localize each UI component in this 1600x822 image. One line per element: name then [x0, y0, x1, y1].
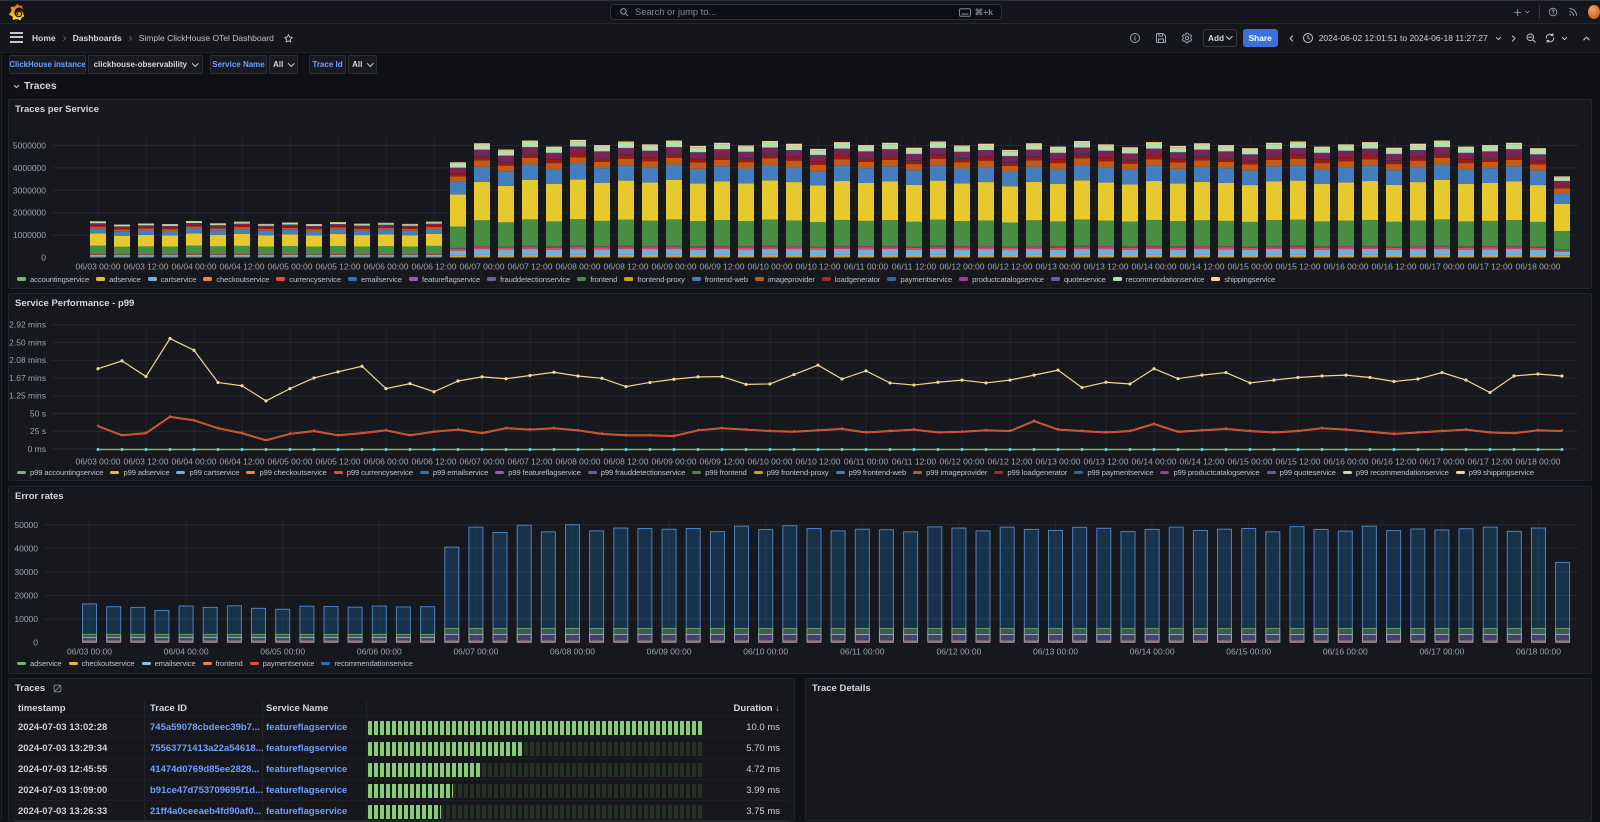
svg-text:06/11 00:00: 06/11 00:00	[840, 647, 885, 657]
svg-text:06/12 00:00: 06/12 00:00	[936, 647, 981, 657]
svg-text:06/16 00:00: 06/16 00:00	[1323, 647, 1368, 657]
svg-text:30000: 30000	[14, 567, 38, 577]
svg-text:06/18 00:00: 06/18 00:00	[1516, 647, 1561, 657]
svg-text:0: 0	[33, 638, 38, 648]
svg-text:06/15 00:00: 06/15 00:00	[1226, 647, 1271, 657]
svg-text:20000: 20000	[14, 590, 38, 600]
svg-text:06/06 00:00: 06/06 00:00	[357, 647, 402, 657]
svg-text:06/14 00:00: 06/14 00:00	[1130, 647, 1175, 657]
svg-text:06/17 00:00: 06/17 00:00	[1419, 647, 1464, 657]
svg-text:06/03 00:00: 06/03 00:00	[67, 647, 112, 657]
svg-text:50000: 50000	[14, 520, 38, 530]
svg-text:06/05 00:00: 06/05 00:00	[260, 647, 305, 657]
svg-text:10000: 10000	[14, 614, 38, 624]
svg-text:06/08 00:00: 06/08 00:00	[550, 647, 595, 657]
svg-text:40000: 40000	[14, 543, 38, 553]
svg-text:06/13 00:00: 06/13 00:00	[1033, 647, 1078, 657]
svg-text:06/07 00:00: 06/07 00:00	[453, 647, 498, 657]
svg-text:06/04 00:00: 06/04 00:00	[164, 647, 209, 657]
svg-text:06/10 00:00: 06/10 00:00	[743, 647, 788, 657]
svg-text:06/09 00:00: 06/09 00:00	[647, 647, 692, 657]
